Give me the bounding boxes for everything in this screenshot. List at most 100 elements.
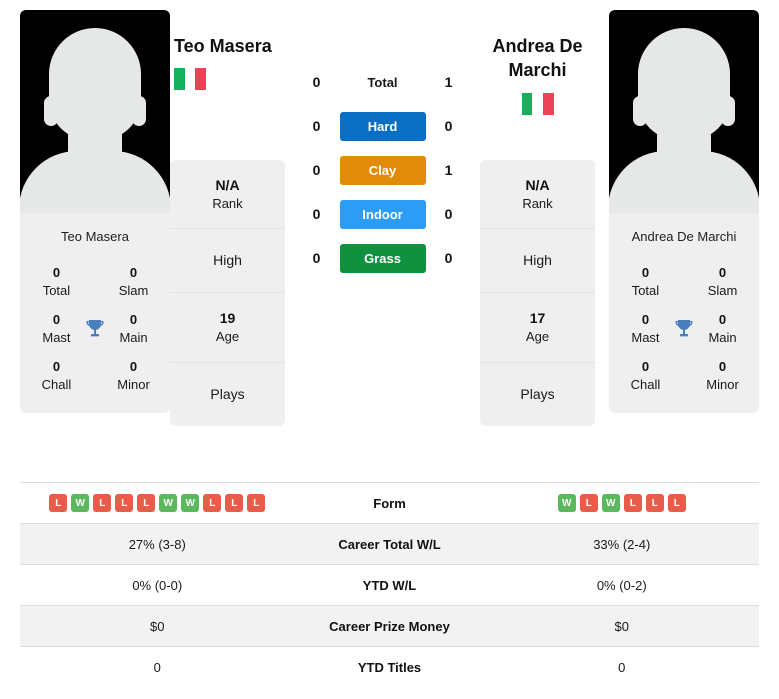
- form-badge-l[interactable]: L: [93, 494, 112, 512]
- form-badge-w[interactable]: W: [601, 494, 620, 512]
- form-strip-right: WLWLLL: [489, 494, 756, 512]
- h2h-right-score: 1: [444, 162, 453, 178]
- stat-value-right: 0: [618, 660, 626, 675]
- title-stat-value: 0: [641, 312, 650, 328]
- form-badge-l[interactable]: L: [203, 494, 222, 512]
- titles-row: 0 Chall 0 Minor: [615, 352, 753, 399]
- h2h-right-score: 0: [444, 118, 453, 134]
- title-stat-chall: 0 Chall: [621, 358, 670, 393]
- form-badge-l[interactable]: L: [137, 494, 156, 512]
- stat-value-right: $0: [614, 618, 629, 634]
- high-label: High: [213, 252, 242, 269]
- titles-grid-right: 0 Total 0 Slam 0 Mast 0 Main 0 Chall 0 M…: [609, 258, 759, 413]
- italy-flag-icon: [174, 68, 207, 91]
- h2h-label-hard: Hard: [339, 111, 426, 141]
- form-badge-w[interactable]: W: [71, 494, 90, 512]
- title-stat-chall: 0 Chall: [32, 358, 81, 393]
- rank-label: Rank: [522, 195, 553, 211]
- player-card-name-left: Teo Masera: [61, 229, 129, 244]
- h2h-row-total: 0 Total 1: [285, 66, 480, 98]
- stat-value-left: 0% (0-0): [132, 577, 183, 593]
- form-badge-l[interactable]: L: [645, 494, 664, 512]
- h2h-row-clay: 0 Clay 1: [285, 154, 480, 186]
- player-header-right: Andrea De Marchi: [480, 10, 595, 160]
- stat-label-career-prize-money: Career Prize Money: [329, 618, 450, 634]
- title-stat-label: Main: [119, 329, 148, 345]
- player-name-left: Teo Masera: [174, 36, 272, 56]
- title-stat-minor: 0 Minor: [698, 358, 747, 393]
- h2h-left-score: 0: [312, 162, 321, 178]
- title-stat-value: 0: [641, 359, 650, 375]
- info-age-left: 19 Age: [170, 293, 285, 363]
- player-card-right[interactable]: Andrea De Marchi 0 Total 0 Slam 0 Mast 0…: [609, 10, 759, 414]
- form-badge-l[interactable]: L: [115, 494, 134, 512]
- info-card-left: N/A Rank High 19 Age Plays: [170, 160, 285, 426]
- avatar-ear-icon: [44, 96, 58, 126]
- info-high-left: High: [170, 229, 285, 294]
- titles-grid-left: 0 Total 0 Slam 0 Mast 0 Main 0 Chall 0 M…: [20, 258, 170, 413]
- table-row: 27% (3-8) Career Total W/L 33% (2-4): [20, 524, 759, 565]
- titles-row: 0 Total 0 Slam: [26, 258, 164, 305]
- h2h-row-grass: 0 Grass 0: [285, 242, 480, 274]
- title-stat-label: Total: [631, 282, 660, 298]
- h2h-row-indoor: 0 Indoor 0: [285, 198, 480, 230]
- avatar-left: [20, 10, 170, 213]
- form-badge-w[interactable]: W: [181, 494, 200, 512]
- player-card-left[interactable]: Teo Masera 0 Total 0 Slam 0 Mast 0 Main …: [20, 10, 170, 414]
- info-rank-left: N/A Rank: [170, 160, 285, 230]
- player-info-column-right: Andrea De Marchi N/A Rank High 17 Age Pl…: [480, 10, 595, 426]
- h2h-label-indoor: Indoor: [339, 199, 426, 229]
- player-comparison-area: Teo Masera 0 Total 0 Slam 0 Mast 0 Main …: [0, 0, 779, 470]
- avatar-ear-icon: [633, 96, 647, 126]
- player-info-column-left: Teo Masera N/A Rank High 19 Age Plays: [170, 10, 285, 426]
- title-stat-value: 0: [52, 359, 61, 375]
- info-rank-right: N/A Rank: [480, 160, 595, 230]
- title-stat-value: 0: [718, 265, 727, 280]
- form-badge-l[interactable]: L: [247, 494, 266, 512]
- form-cell-right: WLWLLL: [485, 488, 760, 518]
- form-cell-left: LWLLLWWLLL: [20, 488, 295, 518]
- stat-value-left: 27% (3-8): [128, 536, 186, 552]
- h2h-label-grass: Grass: [339, 243, 426, 273]
- rank-label: Rank: [212, 195, 243, 211]
- table-row: LWLLLWWLLL Form WLWLLL: [20, 483, 759, 524]
- form-badge-l[interactable]: L: [667, 494, 686, 512]
- avatar-body-icon: [20, 151, 170, 213]
- form-badge-l[interactable]: L: [49, 494, 68, 512]
- form-badge-l[interactable]: L: [579, 494, 598, 512]
- form-badge-l[interactable]: L: [225, 494, 244, 512]
- form-badge-l[interactable]: L: [623, 494, 642, 512]
- titles-row: 0 Mast 0 Main: [26, 305, 164, 352]
- age-label: Age: [525, 329, 550, 345]
- avatar-body-icon: [609, 151, 759, 213]
- title-stat-total: 0 Total: [32, 264, 81, 299]
- form-badge-w[interactable]: W: [159, 494, 178, 512]
- trophy-icon: [670, 317, 698, 341]
- player-header-left: Teo Masera: [170, 10, 285, 160]
- title-stat-main: 0 Main: [698, 311, 747, 346]
- h2h-right-score: 1: [444, 74, 453, 90]
- player-card-name-right: Andrea De Marchi: [631, 229, 737, 244]
- title-stat-value: 0: [718, 359, 727, 375]
- titles-row: 0 Total 0 Slam: [615, 258, 753, 305]
- title-stat-value: 0: [641, 265, 650, 280]
- trophy-icon: [81, 317, 109, 341]
- head-to-head-column: 0 Total 1 0 Hard 0 0 Clay 1 0 Indoor 0 0…: [285, 10, 480, 274]
- titles-row: 0 Chall 0 Minor: [26, 352, 164, 399]
- title-stat-label: Mast: [631, 329, 660, 345]
- rank-value: N/A: [215, 177, 240, 193]
- info-high-right: High: [480, 229, 595, 294]
- info-age-right: 17 Age: [480, 293, 595, 363]
- form-badge-w[interactable]: W: [557, 494, 576, 512]
- h2h-row-hard: 0 Hard 0: [285, 110, 480, 142]
- avatar-ear-icon: [132, 96, 146, 126]
- high-label: High: [523, 252, 552, 269]
- h2h-label-clay: Clay: [339, 155, 426, 185]
- title-stat-label: Slam: [707, 282, 738, 298]
- title-stat-slam: 0 Slam: [698, 264, 747, 299]
- title-stat-label: Main: [708, 329, 737, 345]
- stat-label-career-total-wl: Career Total W/L: [338, 536, 441, 552]
- h2h-right-score: 0: [444, 250, 453, 266]
- info-plays-left: Plays: [170, 363, 285, 426]
- comparison-stats-table: LWLLLWWLLL Form WLWLLL 27% (3-8) Career …: [20, 482, 759, 688]
